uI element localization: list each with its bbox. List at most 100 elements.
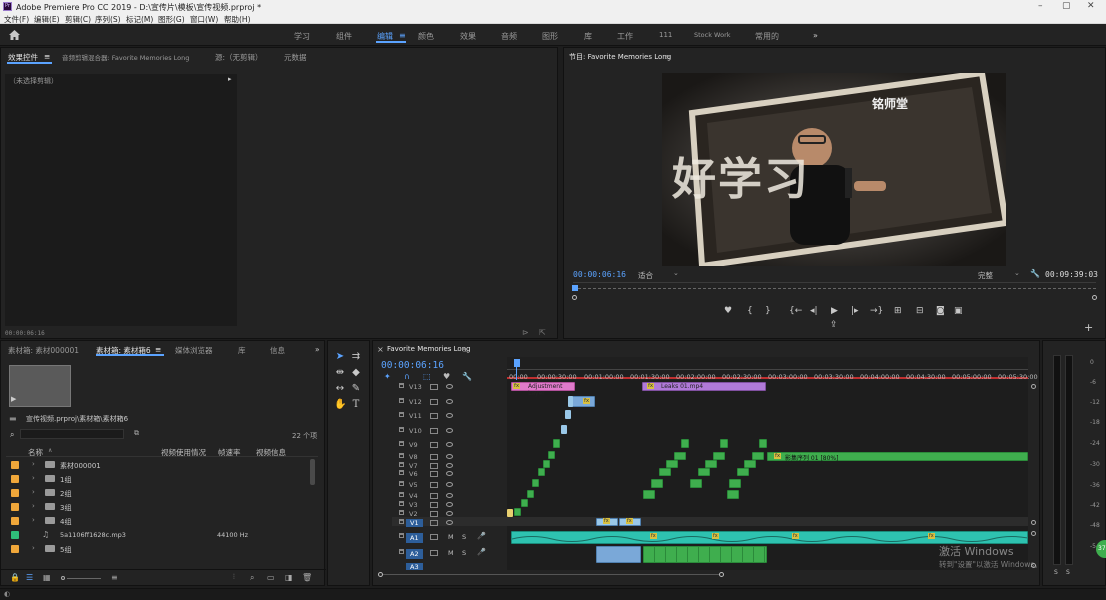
pen-tool-icon[interactable]: ✎ (350, 383, 362, 394)
project-scrollbar[interactable] (310, 459, 315, 485)
zoom-handle-left[interactable] (572, 295, 577, 300)
col-name[interactable]: 名称 (28, 447, 43, 458)
workspace-color[interactable]: 颜色 (418, 31, 434, 42)
disclosure-triangle-icon[interactable]: › (32, 516, 35, 524)
workspace-111[interactable]: 111 (659, 31, 672, 39)
thumbnail-play-icon[interactable]: ▶ (11, 395, 16, 403)
sync-lock-icon[interactable] (430, 384, 438, 390)
green-clip[interactable] (727, 490, 739, 499)
workspace-learn[interactable]: 学习 (294, 31, 310, 42)
lock-icon[interactable] (399, 470, 404, 475)
new-bin-from-search-icon[interactable]: ⧉ (134, 429, 139, 438)
green-clip[interactable] (705, 460, 717, 468)
track-name[interactable]: V1 (406, 519, 423, 527)
scroll-handle-right[interactable] (719, 572, 724, 577)
eye-icon[interactable] (446, 520, 453, 525)
green-clip[interactable] (666, 460, 678, 468)
timeline-playhead-handle[interactable] (514, 359, 520, 367)
bin-menu-icon[interactable]: ≡ (155, 345, 161, 354)
tab-source[interactable]: 源:（无剪辑） (215, 52, 263, 63)
track-header-a2[interactable]: A2 M S 🎤 (392, 547, 507, 563)
program-fit-dropdown[interactable]: 适合 (638, 270, 653, 281)
green-clip[interactable] (659, 468, 671, 476)
step-back-icon[interactable]: ◂| (810, 306, 818, 316)
timeline-settings-wrench-icon[interactable]: 🔧 (462, 372, 472, 381)
microphone-icon[interactable]: 🎤 (477, 532, 486, 540)
tab-bin-material[interactable]: 素材箱: 素材000001 (8, 345, 79, 356)
green-clip[interactable] (538, 468, 545, 476)
lock-icon[interactable] (399, 412, 404, 417)
program-time-ruler[interactable] (573, 288, 1096, 291)
track-header-v13[interactable]: V13 (392, 381, 507, 394)
workspace-more-icon[interactable]: » (813, 31, 818, 40)
vertical-zoom-handle[interactable] (1031, 520, 1036, 525)
program-video-frame[interactable]: 好学习 铭师堂 (662, 73, 1006, 266)
mark-out-icon[interactable]: } (765, 306, 771, 316)
solo-right-button[interactable]: S (1066, 569, 1070, 576)
selection-tool-icon[interactable]: ➤ (334, 351, 346, 362)
new-bin-icon[interactable]: ▭ (267, 573, 275, 582)
linked-selection-icon[interactable]: ⬚ (423, 372, 431, 381)
sequence-menu-icon[interactable]: ≡ (462, 345, 468, 354)
sync-lock-icon[interactable] (430, 471, 438, 477)
track-header-v10[interactable]: V10 (392, 425, 507, 438)
track-header-a3[interactable]: A3 (392, 563, 507, 570)
tab-libraries[interactable]: 库 (238, 345, 246, 356)
project-more-icon[interactable]: » (315, 345, 320, 354)
workspace-work[interactable]: 工作 (617, 31, 633, 42)
eye-icon[interactable] (446, 482, 453, 487)
green-clip[interactable] (643, 490, 655, 499)
lock-icon[interactable] (399, 533, 404, 538)
close-icon[interactable]: ✕ (1087, 1, 1095, 11)
track-header-v1[interactable]: V1 (392, 517, 507, 530)
disclosure-triangle-icon[interactable]: › (32, 474, 35, 482)
camera-export-frame-icon[interactable]: ◙ (936, 306, 945, 316)
mark-in-icon[interactable]: { (747, 306, 753, 316)
nested-sequence-clip[interactable]: fx 影集序列 01 [80%] (767, 452, 1028, 462)
lock-icon[interactable] (399, 383, 404, 388)
workspace-stock-work[interactable]: Stock Work (694, 31, 731, 39)
bin-thumbnail[interactable] (9, 365, 71, 407)
lock-icon[interactable] (399, 549, 404, 554)
col-video-usage[interactable]: 视频使用情况 (161, 447, 206, 458)
step-forward-icon[interactable]: |▸ (851, 306, 859, 316)
green-clip[interactable] (737, 468, 749, 476)
zoom-handle-right[interactable] (1092, 295, 1097, 300)
scroll-track[interactable] (383, 574, 719, 575)
sync-lock-icon[interactable] (430, 534, 438, 540)
program-export-icon[interactable]: ⇪ (830, 320, 838, 330)
close-sequence-icon[interactable]: × (377, 345, 384, 354)
disclosure-triangle-icon[interactable]: › (32, 544, 35, 552)
lock-icon[interactable] (399, 501, 404, 506)
filter-icon[interactable]: ⊳ (522, 328, 529, 337)
workspace-graphics[interactable]: 图形 (542, 31, 558, 42)
col-video-info[interactable]: 视频信息 (256, 447, 286, 458)
leaks-clip[interactable]: fx Leaks 01.mp4 (642, 382, 766, 391)
lock-icon[interactable] (399, 427, 404, 432)
settings-wrench-icon[interactable]: 🔧 (1030, 269, 1040, 278)
snap-magnet-icon[interactable]: ∩ (404, 372, 410, 381)
tab-info[interactable]: 信息 (270, 345, 285, 356)
audio-zoom-handle[interactable] (1031, 531, 1036, 536)
zoom-slider-handle[interactable] (61, 576, 65, 580)
workspace-library[interactable]: 库 (584, 31, 592, 42)
lock-icon[interactable] (399, 462, 404, 467)
sort-arrow-icon[interactable]: ∧ (48, 447, 52, 454)
effect-controls-timecode[interactable]: 00:00:06:16 (5, 330, 45, 337)
lock-icon[interactable] (399, 453, 404, 458)
quality-dropdown-chevron-icon[interactable]: ⌄ (1014, 269, 1020, 277)
a2-audio-clip[interactable] (596, 546, 641, 563)
button-editor-plus-icon[interactable]: + (1084, 321, 1093, 334)
green-clip[interactable] (521, 499, 528, 507)
add-marker-timeline-icon[interactable]: ♥ (443, 372, 450, 381)
eye-icon[interactable] (446, 454, 453, 459)
workspace-assembly[interactable]: 组件 (336, 31, 352, 42)
sync-lock-icon[interactable] (430, 520, 438, 526)
lock-icon[interactable] (399, 519, 404, 524)
green-clip[interactable] (752, 452, 764, 460)
type-tool-icon[interactable]: T (350, 399, 362, 410)
home-icon[interactable] (9, 30, 20, 40)
workspace-effects[interactable]: 效果 (460, 31, 476, 42)
green-clip[interactable] (553, 439, 560, 448)
video-clip[interactable] (561, 425, 567, 434)
